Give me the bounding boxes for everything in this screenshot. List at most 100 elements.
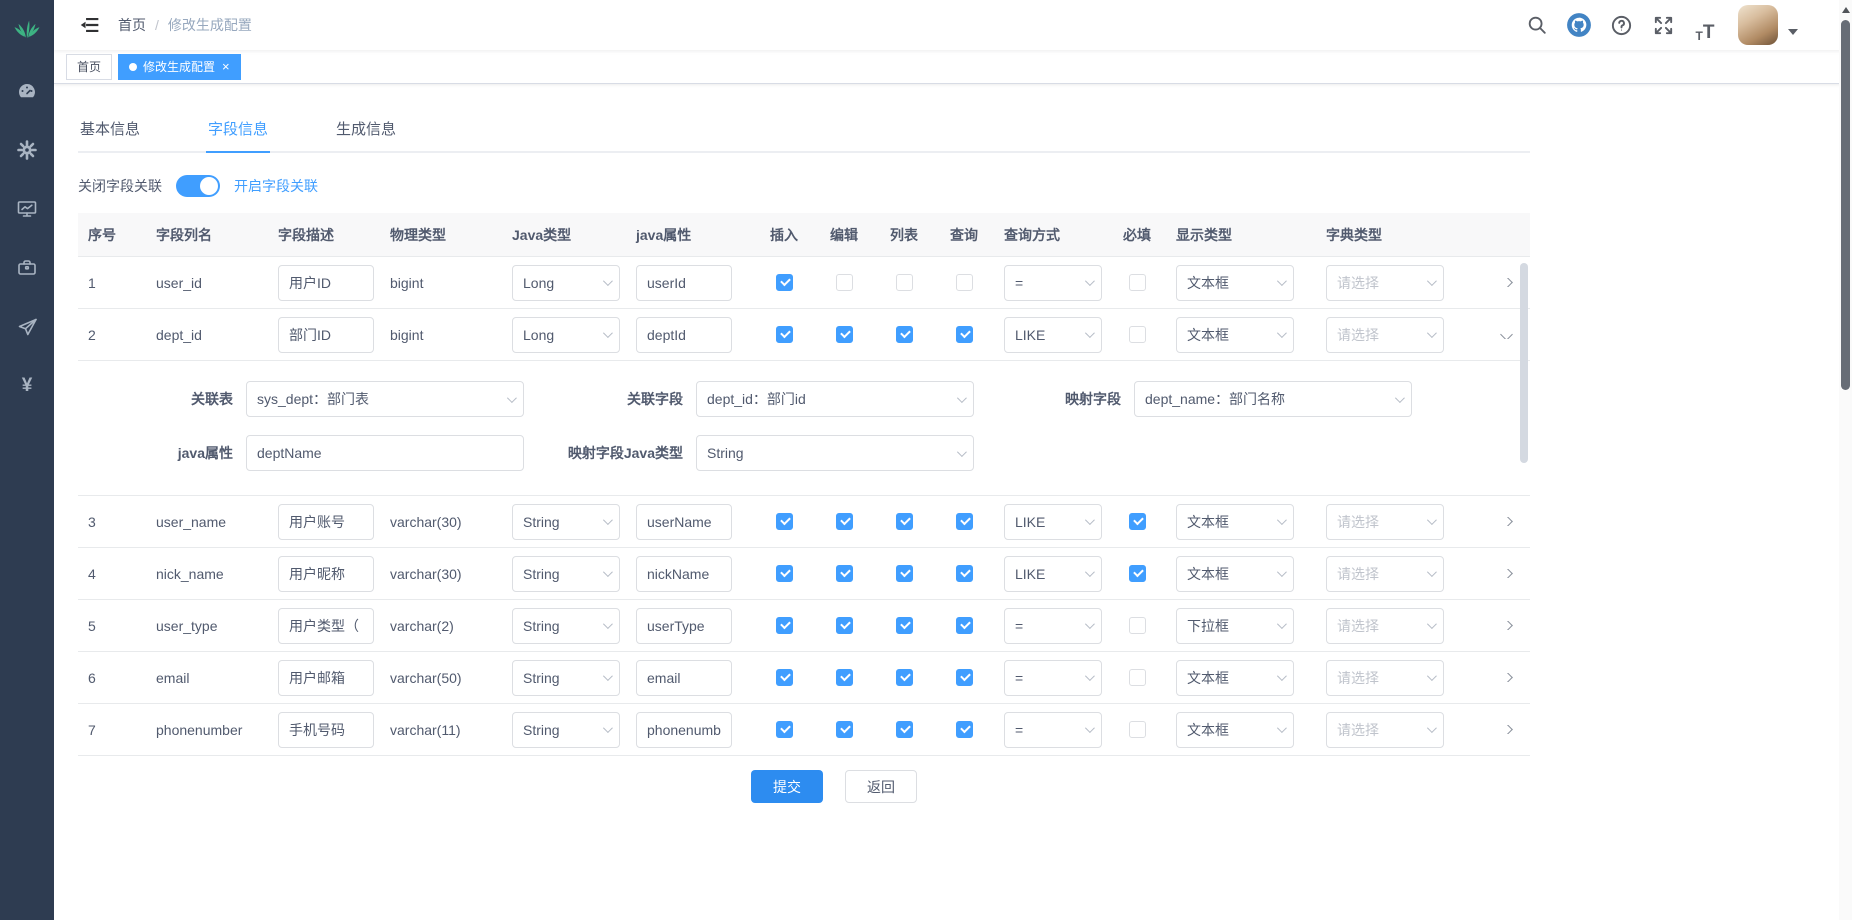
query-checkbox[interactable] bbox=[956, 617, 973, 634]
query-type-select[interactable]: = bbox=[1004, 660, 1102, 696]
tab-generate-info[interactable]: 生成信息 bbox=[334, 110, 398, 151]
expand-toggle-icon[interactable] bbox=[1500, 330, 1513, 339]
expand-toggle-icon[interactable] bbox=[1500, 569, 1513, 578]
java-field-input[interactable] bbox=[636, 317, 732, 353]
display-type-select[interactable]: 文本框 bbox=[1176, 660, 1294, 696]
list-checkbox[interactable] bbox=[896, 617, 913, 634]
sidebar-item-monitor[interactable] bbox=[0, 187, 54, 231]
github-link[interactable] bbox=[1562, 8, 1596, 42]
search-button[interactable] bbox=[1520, 8, 1554, 42]
query-checkbox[interactable] bbox=[956, 721, 973, 738]
java-type-select[interactable]: Long bbox=[512, 265, 620, 301]
java-type-select[interactable]: String bbox=[512, 556, 620, 592]
description-input[interactable] bbox=[278, 660, 374, 696]
query-checkbox[interactable] bbox=[956, 274, 973, 291]
page-scrollbar[interactable] bbox=[1839, 0, 1852, 920]
required-checkbox[interactable] bbox=[1129, 669, 1146, 686]
list-checkbox[interactable] bbox=[896, 326, 913, 343]
tag-home[interactable]: 首页 bbox=[66, 54, 112, 80]
insert-checkbox[interactable] bbox=[776, 669, 793, 686]
expand-toggle-icon[interactable] bbox=[1500, 621, 1513, 630]
java-type-select[interactable]: Long bbox=[512, 317, 620, 353]
edit-checkbox[interactable] bbox=[836, 669, 853, 686]
query-type-select[interactable]: LIKE bbox=[1004, 317, 1102, 353]
list-checkbox[interactable] bbox=[896, 513, 913, 530]
field-association-switch[interactable] bbox=[176, 175, 220, 197]
list-checkbox[interactable] bbox=[896, 669, 913, 686]
java-field-input[interactable] bbox=[636, 265, 732, 301]
description-input[interactable] bbox=[278, 712, 374, 748]
edit-checkbox[interactable] bbox=[836, 274, 853, 291]
dict-type-select[interactable]: 请选择 bbox=[1326, 608, 1444, 644]
expand-toggle-icon[interactable] bbox=[1500, 278, 1513, 287]
tag-close-icon[interactable]: × bbox=[222, 60, 230, 73]
dict-type-select[interactable]: 请选择 bbox=[1326, 504, 1444, 540]
dict-type-select[interactable]: 请选择 bbox=[1326, 265, 1444, 301]
sidebar-item-send[interactable] bbox=[0, 305, 54, 349]
display-type-select[interactable]: 文本框 bbox=[1176, 556, 1294, 592]
fullscreen-button[interactable] bbox=[1646, 8, 1680, 42]
query-type-select[interactable]: LIKE bbox=[1004, 504, 1102, 540]
insert-checkbox[interactable] bbox=[776, 617, 793, 634]
list-checkbox[interactable] bbox=[896, 274, 913, 291]
dict-type-select[interactable]: 请选择 bbox=[1326, 317, 1444, 353]
dict-type-select[interactable]: 请选择 bbox=[1326, 712, 1444, 748]
table-scrollbar-thumb[interactable] bbox=[1520, 263, 1528, 463]
description-input[interactable] bbox=[278, 504, 374, 540]
edit-checkbox[interactable] bbox=[836, 513, 853, 530]
query-type-select[interactable]: = bbox=[1004, 265, 1102, 301]
map-field-select[interactable]: dept_name：部门名称 bbox=[1134, 381, 1412, 417]
description-input[interactable] bbox=[278, 317, 374, 353]
required-checkbox[interactable] bbox=[1129, 617, 1146, 634]
edit-checkbox[interactable] bbox=[836, 617, 853, 634]
sidebar-item-finance[interactable]: ¥ bbox=[0, 364, 54, 408]
required-checkbox[interactable] bbox=[1129, 513, 1146, 530]
insert-checkbox[interactable] bbox=[776, 565, 793, 582]
tag-active-page[interactable]: 修改生成配置 × bbox=[118, 54, 241, 80]
required-checkbox[interactable] bbox=[1129, 565, 1146, 582]
query-type-select[interactable]: LIKE bbox=[1004, 556, 1102, 592]
scroll-up-arrow-icon[interactable] bbox=[1842, 7, 1850, 13]
java-field-input[interactable] bbox=[636, 660, 732, 696]
submit-button[interactable]: 提交 bbox=[751, 770, 823, 803]
list-checkbox[interactable] bbox=[896, 721, 913, 738]
expand-toggle-icon[interactable] bbox=[1500, 673, 1513, 682]
query-checkbox[interactable] bbox=[956, 513, 973, 530]
required-checkbox[interactable] bbox=[1129, 326, 1146, 343]
expand-toggle-icon[interactable] bbox=[1500, 725, 1513, 734]
java-type-select[interactable]: String bbox=[512, 660, 620, 696]
java-attr-input[interactable] bbox=[246, 435, 524, 471]
required-checkbox[interactable] bbox=[1129, 274, 1146, 291]
description-input[interactable] bbox=[278, 608, 374, 644]
sidebar-item-dashboard[interactable] bbox=[0, 69, 54, 113]
query-checkbox[interactable] bbox=[956, 326, 973, 343]
display-type-select[interactable]: 文本框 bbox=[1176, 265, 1294, 301]
dict-type-select[interactable]: 请选择 bbox=[1326, 556, 1444, 592]
back-button[interactable]: 返回 bbox=[845, 770, 917, 803]
app-logo[interactable] bbox=[0, 0, 54, 54]
list-checkbox[interactable] bbox=[896, 565, 913, 582]
query-type-select[interactable]: = bbox=[1004, 608, 1102, 644]
edit-checkbox[interactable] bbox=[836, 565, 853, 582]
user-menu[interactable] bbox=[1738, 5, 1798, 45]
breadcrumb-home[interactable]: 首页 bbox=[118, 15, 146, 35]
assoc-table-select[interactable]: sys_dept：部门表 bbox=[246, 381, 524, 417]
sidebar-item-system[interactable] bbox=[0, 128, 54, 172]
sidebar-item-tool[interactable] bbox=[0, 246, 54, 290]
description-input[interactable] bbox=[278, 265, 374, 301]
assoc-field-select[interactable]: dept_id：部门id bbox=[696, 381, 974, 417]
insert-checkbox[interactable] bbox=[776, 721, 793, 738]
association-on-label[interactable]: 开启字段关联 bbox=[234, 176, 318, 196]
font-size-button[interactable]: TT bbox=[1688, 8, 1722, 42]
insert-checkbox[interactable] bbox=[776, 513, 793, 530]
java-type-select[interactable]: String bbox=[512, 608, 620, 644]
expand-toggle-icon[interactable] bbox=[1500, 517, 1513, 526]
insert-checkbox[interactable] bbox=[776, 274, 793, 291]
edit-checkbox[interactable] bbox=[836, 326, 853, 343]
page-scrollbar-thumb[interactable] bbox=[1841, 20, 1850, 390]
help-button[interactable] bbox=[1604, 8, 1638, 42]
java-field-input[interactable] bbox=[636, 712, 732, 748]
java-field-input[interactable] bbox=[636, 504, 732, 540]
display-type-select[interactable]: 文本框 bbox=[1176, 317, 1294, 353]
edit-checkbox[interactable] bbox=[836, 721, 853, 738]
